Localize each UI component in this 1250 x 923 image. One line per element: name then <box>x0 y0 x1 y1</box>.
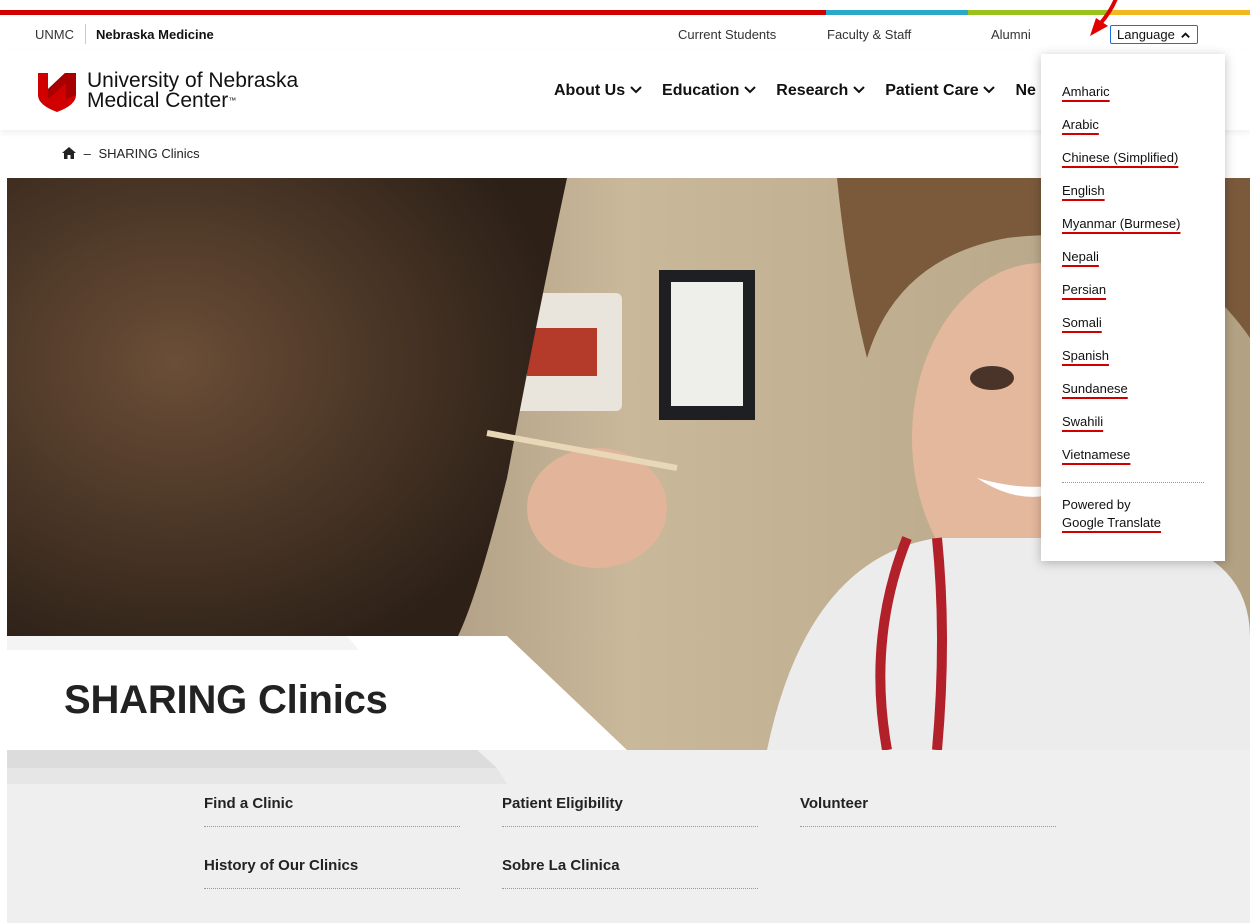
patient-eligibility-link[interactable]: Patient Eligibility <box>502 795 758 827</box>
nav-patient-care[interactable]: Patient Care <box>885 82 995 99</box>
breadcrumb-current: SHARING Clinics <box>98 146 200 161</box>
google-translate-link[interactable]: Google Translate <box>1062 515 1161 530</box>
unmc-logo-icon[interactable] <box>35 69 79 113</box>
utility-divider <box>85 24 86 44</box>
language-option-chinese-simplified[interactable]: Chinese (Simplified) <box>1062 150 1178 165</box>
chevron-down-icon <box>983 86 995 94</box>
language-option-amharic[interactable]: Amharic <box>1062 84 1110 99</box>
current-students-link[interactable]: Current Students <box>678 27 776 42</box>
alumni-link[interactable]: Alumni <box>991 27 1031 42</box>
language-button[interactable]: Language <box>1110 25 1198 44</box>
breadcrumb-separator: – <box>83 146 91 161</box>
volunteer-link[interactable]: Volunteer <box>800 795 1056 827</box>
logo-line-2: Medical Center <box>87 89 229 112</box>
language-option-swahili[interactable]: Swahili <box>1062 414 1103 429</box>
language-option-myanmar[interactable]: Myanmar (Burmese) <box>1062 216 1180 231</box>
powered-by-label: Powered by <box>1062 497 1131 512</box>
sobre-la-clinica-link[interactable]: Sobre La Clinica <box>502 857 758 889</box>
nebraska-medicine-link[interactable]: Nebraska Medicine <box>96 27 214 42</box>
language-option-nepali[interactable]: Nepali <box>1062 249 1099 264</box>
breadcrumb: – SHARING Clinics <box>62 146 200 161</box>
nav-education[interactable]: Education <box>662 82 756 99</box>
language-dropdown: Amharic Arabic Chinese (Simplified) Engl… <box>1041 54 1225 561</box>
utility-nav: UNMC Nebraska Medicine Current Students … <box>0 18 1250 50</box>
history-of-our-clinics-link[interactable]: History of Our Clinics <box>204 857 460 889</box>
trademark-symbol: ™ <box>228 96 237 105</box>
language-button-label: Language <box>1117 27 1175 42</box>
nav-research[interactable]: Research <box>776 82 865 99</box>
section-links-area: Find a Clinic Patient Eligibility Volunt… <box>7 750 1250 923</box>
language-option-vietnamese[interactable]: Vietnamese <box>1062 447 1130 462</box>
main-nav: About Us Education Research Patient Care… <box>554 82 1052 100</box>
language-option-sundanese[interactable]: Sundanese <box>1062 381 1128 396</box>
chevron-up-icon <box>1181 32 1190 38</box>
language-option-arabic[interactable]: Arabic <box>1062 117 1099 132</box>
logo-text[interactable]: University of Nebraska Medical Center™ <box>87 69 299 112</box>
language-option-spanish[interactable]: Spanish <box>1062 348 1109 363</box>
chevron-down-icon <box>629 86 642 94</box>
nav-patient-care-label: Patient Care <box>885 82 979 99</box>
language-option-somali[interactable]: Somali <box>1062 315 1102 330</box>
home-icon[interactable] <box>62 147 76 159</box>
chevron-down-icon <box>744 86 756 94</box>
chevron-down-icon <box>853 86 865 94</box>
nav-education-label: Education <box>662 82 740 99</box>
page: { "utility_nav": { "unmc": "UNMC", "nebr… <box>0 0 1250 923</box>
language-menu-divider <box>1062 482 1204 483</box>
links-angle-decoration <box>7 750 507 784</box>
nav-about-us[interactable]: About Us <box>554 82 642 99</box>
language-option-persian[interactable]: Persian <box>1062 282 1106 297</box>
color-bar-red <box>0 10 826 15</box>
nav-research-label: Research <box>776 82 849 99</box>
nav-news-partial[interactable]: Ne <box>1016 82 1036 99</box>
find-a-clinic-link[interactable]: Find a Clinic <box>204 795 460 827</box>
nav-about-us-label: About Us <box>554 82 626 99</box>
logo-line-1: University of Nebraska <box>87 69 299 92</box>
faculty-staff-link[interactable]: Faculty & Staff <box>827 27 911 42</box>
language-option-english[interactable]: English <box>1062 183 1105 198</box>
color-bar-blue <box>826 10 968 15</box>
unmc-link[interactable]: UNMC <box>35 27 74 42</box>
color-bar-yellow <box>1110 10 1250 15</box>
page-title: SHARING Clinics <box>64 678 388 722</box>
